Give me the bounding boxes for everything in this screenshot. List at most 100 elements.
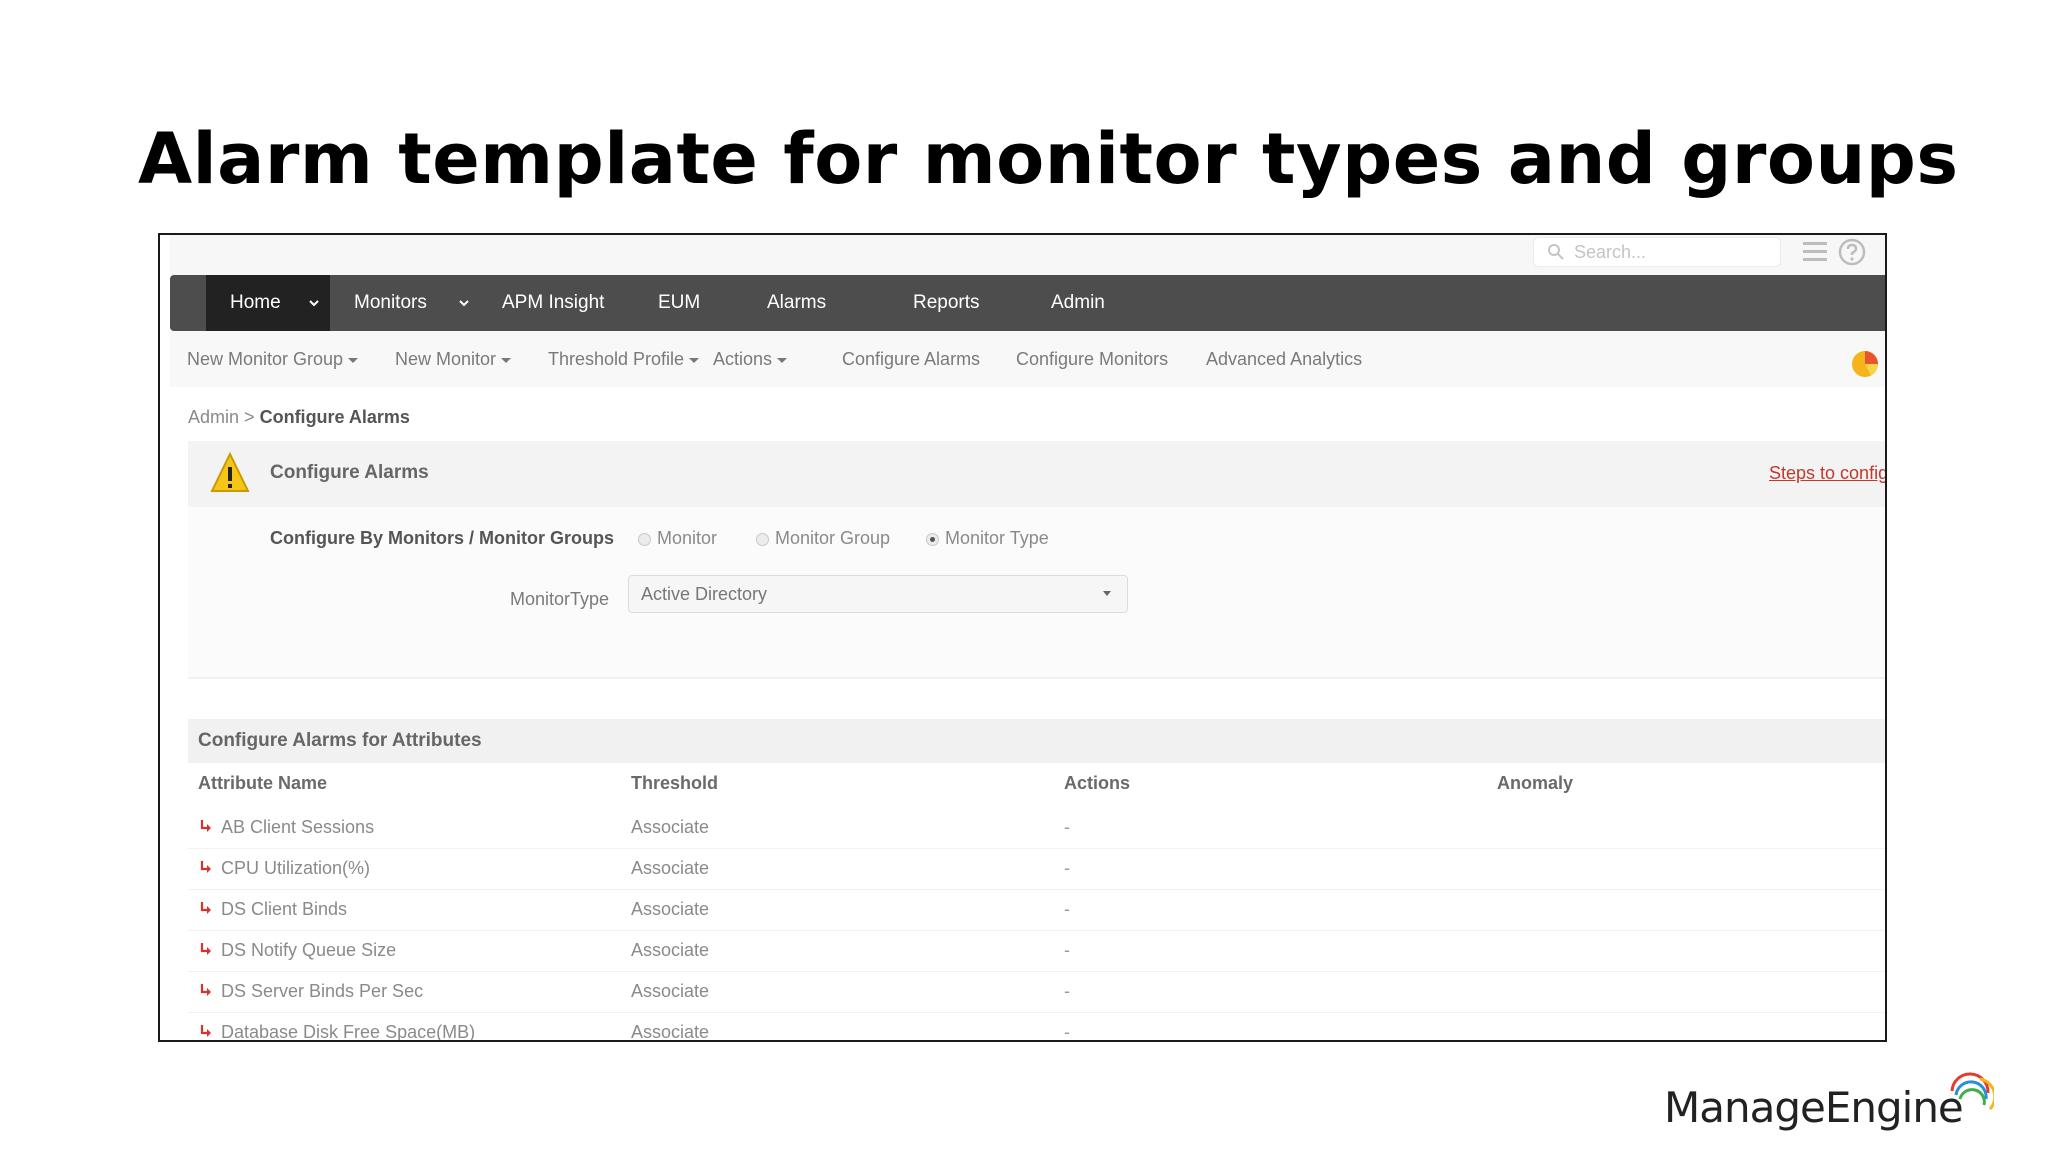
attribute-name: DS Server Binds Per Sec	[221, 981, 424, 1001]
breadcrumb: Admin > Configure Alarms	[188, 407, 410, 428]
actions-value: -	[1064, 858, 1070, 878]
attribute-name: DS Client Binds	[221, 899, 348, 919]
nav-eum-label: EUM	[658, 292, 701, 313]
sub-navbar: New Monitor Group New Monitor Threshold …	[170, 331, 1885, 387]
subnav-new-monitor[interactable]: New Monitor	[395, 331, 512, 387]
red-arrow-icon	[200, 943, 211, 955]
subnav-threshold-profile[interactable]: Threshold Profile	[548, 331, 700, 387]
nav-admin[interactable]: Admin	[1051, 275, 1105, 331]
associate-link[interactable]: Associate	[631, 817, 709, 838]
actions-value: -	[1064, 940, 1070, 960]
nav-home-label: Home	[230, 292, 281, 313]
monitor-type-select[interactable]: Active Directory	[628, 575, 1128, 613]
subnav-configure-alarms-label: Configure Alarms	[842, 349, 981, 369]
column-header-actions: Actions	[1064, 773, 1131, 793]
monitor-type-selected-value: Active Directory	[641, 584, 768, 604]
table-row: DS Client Binds Associate -	[188, 889, 1885, 931]
nav-home[interactable]: Home	[206, 275, 330, 331]
nav-reports[interactable]: Reports	[913, 275, 980, 331]
warning-icon	[210, 451, 250, 492]
red-arrow-icon	[200, 984, 211, 996]
nav-alarms[interactable]: Alarms	[767, 275, 826, 331]
hamburger-menu-icon[interactable]	[1801, 238, 1829, 266]
subnav-configure-alarms[interactable]: Configure Alarms	[842, 331, 980, 387]
radio-monitor-group[interactable]: Monitor Group	[756, 528, 890, 549]
main-navbar: Home Monitors APM Insight EUM Alarms Rep…	[170, 275, 1885, 331]
nav-eum[interactable]: EUM	[658, 275, 700, 331]
monitor-type-label: MonitorType	[510, 589, 610, 609]
search-icon	[1548, 244, 1564, 260]
attribute-name: DS Notify Queue Size	[221, 940, 397, 960]
subnav-new-monitor-label: New Monitor	[395, 349, 497, 369]
breadcrumb-separator: >	[244, 407, 255, 427]
subnav-advanced-analytics[interactable]: Advanced Analytics	[1206, 331, 1362, 387]
manageengine-logo: ManageEngine	[1664, 1071, 1994, 1137]
associate-link[interactable]: Associate	[631, 858, 709, 879]
attribute-name: AB Client Sessions	[221, 817, 375, 837]
nav-reports-label: Reports	[913, 292, 980, 313]
logo-text: ManageEngine	[1664, 1083, 1964, 1132]
radio-button[interactable]	[638, 533, 651, 546]
chevron-down-icon[interactable]	[458, 297, 470, 309]
nav-admin-label: Admin	[1051, 292, 1105, 313]
radio-monitor-type[interactable]: Monitor Type	[926, 528, 1049, 549]
associate-link[interactable]: Associate	[631, 899, 709, 920]
pie-chart-icon[interactable]	[1849, 348, 1881, 380]
chevron-down-icon[interactable]	[308, 297, 320, 309]
table-row: Database Disk Free Space(MB) Associate -	[188, 1012, 1885, 1042]
subnav-actions[interactable]: Actions	[713, 331, 788, 387]
screenshot-frame: Search... Home Monitors APM Insight EUM …	[158, 233, 1887, 1042]
actions-value: -	[1064, 981, 1070, 1001]
subnav-configure-monitors-label: Configure Monitors	[1016, 349, 1169, 369]
radio-monitor-type-label: Monitor Type	[945, 528, 1049, 548]
subnav-new-monitor-group[interactable]: New Monitor Group	[187, 331, 359, 387]
red-arrow-icon	[200, 902, 211, 914]
steps-to-configure-link[interactable]: Steps to configu	[1769, 463, 1885, 484]
subnav-configure-monitors[interactable]: Configure Monitors	[1016, 331, 1168, 387]
attributes-section-header: Configure Alarms for Attributes	[188, 719, 1885, 763]
caret-down-icon	[689, 357, 700, 363]
breadcrumb-admin-link[interactable]: Admin	[188, 407, 239, 427]
associate-link[interactable]: Associate	[631, 981, 709, 1002]
radio-monitor[interactable]: Monitor	[638, 528, 717, 549]
breadcrumb-current: Configure Alarms	[259, 407, 410, 427]
attributes-section-title: Configure Alarms for Attributes	[198, 730, 482, 751]
configure-alarms-panel: Configure Alarms Steps to configu Config…	[188, 441, 1885, 679]
table-row: CPU Utilization(%) Associate -	[188, 848, 1885, 890]
nav-apm-insight[interactable]: APM Insight	[502, 275, 604, 331]
table-row: DS Server Binds Per Sec Associate -	[188, 971, 1885, 1013]
column-header-attribute-name: Attribute Name	[198, 773, 328, 793]
subnav-advanced-analytics-label: Advanced Analytics	[1206, 349, 1363, 369]
dropdown-arrow-icon	[1103, 591, 1111, 596]
associate-link[interactable]: Associate	[631, 1022, 709, 1040]
associate-link[interactable]: Associate	[631, 940, 709, 961]
nav-monitors[interactable]: Monitors	[354, 275, 427, 331]
actions-value: -	[1064, 1022, 1070, 1042]
subnav-new-monitor-group-label: New Monitor Group	[187, 349, 344, 369]
red-arrow-icon	[200, 861, 211, 873]
subnav-threshold-profile-label: Threshold Profile	[548, 349, 685, 369]
column-header-threshold: Threshold	[631, 773, 719, 793]
radio-button[interactable]	[756, 533, 769, 546]
slide-title: Alarm template for monitor types and gro…	[138, 118, 1959, 200]
caret-down-icon	[777, 357, 788, 363]
table-row: DS Notify Queue Size Associate -	[188, 930, 1885, 972]
actions-value: -	[1064, 899, 1070, 919]
app-window: Search... Home Monitors APM Insight EUM …	[170, 235, 1885, 1040]
actions-value: -	[1064, 817, 1070, 837]
nav-apm-insight-label: APM Insight	[502, 292, 605, 313]
panel-title: Configure Alarms	[270, 462, 429, 483]
help-icon[interactable]	[1837, 237, 1867, 267]
radio-button-selected[interactable]	[926, 533, 939, 546]
column-header-anomaly: Anomaly	[1497, 773, 1574, 793]
subnav-actions-label: Actions	[713, 349, 773, 369]
search-input[interactable]: Search...	[1533, 237, 1781, 267]
caret-down-icon	[501, 357, 512, 363]
configure-by-label: Configure By Monitors / Monitor Groups	[270, 528, 614, 548]
panel-header: Configure Alarms Steps to configu	[188, 441, 1885, 507]
red-arrow-icon	[200, 1025, 211, 1037]
caret-down-icon	[348, 357, 359, 363]
table-row: AB Client Sessions Associate -	[188, 807, 1885, 849]
red-arrow-icon	[200, 820, 211, 832]
radio-monitor-label: Monitor	[657, 528, 718, 548]
